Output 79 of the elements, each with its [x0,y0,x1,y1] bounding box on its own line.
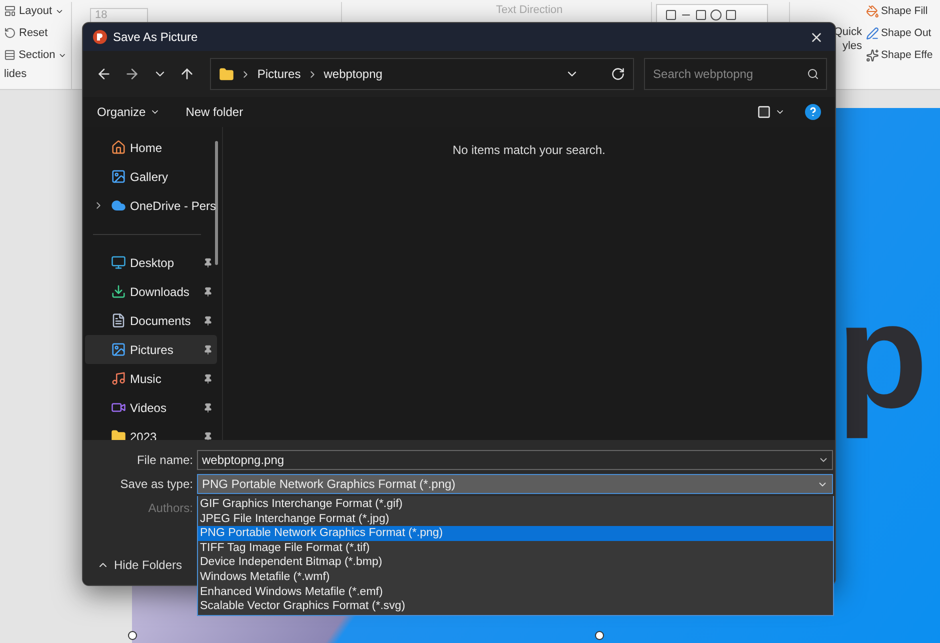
rectangle-icon[interactable] [725,9,737,21]
search-field[interactable]: Search webptopng [644,58,827,90]
pin-icon [203,316,213,326]
nav-item[interactable]: Home [85,133,217,162]
dropdown-option[interactable]: Scalable Vector Graphics Format (*.svg) [198,599,833,614]
ribbon-button[interactable]: Reset [4,24,67,42]
effects-icon [866,48,879,62]
breadcrumb-item[interactable]: Pictures [257,67,301,81]
nav-item[interactable]: OneDrive - Pers [85,191,217,220]
text-box-icon[interactable] [665,9,677,21]
folder-icon [111,429,126,440]
nav-item[interactable]: Music [85,364,217,393]
pin-icon [203,258,213,268]
field-label: File name: [136,453,194,467]
arrow-left-icon [96,66,112,82]
help-icon[interactable] [805,104,821,120]
music-icon [111,371,126,386]
image-icon [111,342,126,357]
field-label: Save as type: [119,477,194,491]
new-folder-button[interactable]: New folder [186,105,244,119]
download-icon [111,284,126,299]
dropdown-option[interactable]: Enhanced Windows Metafile (*.emf) [198,584,833,600]
search-icon [806,68,819,80]
document-icon [111,313,126,328]
pin-icon [203,374,213,384]
empty-message: No items match your search. [452,143,606,159]
hide-folders-button[interactable]: Hide Folders [91,557,188,573]
shape-command[interactable]: Shape Fill [866,2,933,20]
dropdown-option[interactable]: Device Independent Bitmap (*.bmp) [198,555,833,570]
image-icon [111,169,126,184]
dropdown-option[interactable]: TIFF Tag Image File Format (*.tif) [198,540,833,556]
pin-icon [203,344,213,354]
nav-item[interactable]: Pictures [85,335,217,364]
scrollbar-thumb[interactable] [215,141,218,265]
pen-icon [866,26,879,40]
video-icon [111,400,126,415]
paint-bucket-icon [866,4,879,18]
file-name-field[interactable]: webptopng.png [197,450,833,470]
nav-item[interactable]: Documents [85,306,217,335]
quick-styles-label[interactable]: yles [842,40,862,54]
group-label: lides [4,68,28,80]
pin-icon [203,432,213,440]
pin-icon [203,286,213,296]
dropdown-option[interactable]: JPEG File Interchange Format (*.jpg) [198,512,833,526]
section-icon [4,49,16,61]
field-label: Authors: [147,501,194,515]
monitor-icon [111,255,126,270]
arrow-right-icon [124,66,140,82]
ribbon-button[interactable]: Layout [4,2,67,20]
selection-handle[interactable] [128,631,137,640]
ribbon-button[interactable]: Section [4,46,67,64]
folder-icon [219,66,234,82]
dropdown-option[interactable]: PNG Portable Network Graphics Format (*.png) [198,526,833,541]
reset-icon [4,27,16,39]
cloud-icon [111,198,126,213]
dropdown-option[interactable]: Windows Metafile (*.wmf) [198,570,833,585]
organize-button[interactable]: Organize [97,105,160,119]
view-button[interactable] [757,105,785,119]
file-type-dropdown[interactable]: PNG Portable Network Graphics Format (*.png) [197,474,833,494]
nav-item[interactable]: Desktop [85,248,217,277]
nav-item[interactable]: Gallery [85,162,217,191]
refresh-icon[interactable] [611,67,626,81]
window-title: Save As Picture [113,30,199,44]
slide-text: p [836,270,928,441]
app-logo-icon [93,30,107,44]
layout-icon [4,5,16,17]
shapes-gallery[interactable] [656,4,768,24]
view-icon [757,105,771,119]
nav-item[interactable]: Videos [85,393,217,422]
shape-command[interactable]: Shape Effe [866,46,933,64]
oval-icon[interactable] [710,9,722,21]
home-icon [111,140,126,155]
pin-icon [203,402,213,412]
shape-command[interactable]: Shape Out [866,24,933,42]
nav-item[interactable]: Downloads [85,277,217,306]
dropdown-option[interactable]: GIF Graphics Interchange Format (*.gif) [198,497,833,512]
breadcrumb-item[interactable]: webptopng [324,67,382,81]
address-bar[interactable]: Pictures webptopng [210,58,634,90]
rectangle-icon[interactable] [695,9,707,21]
